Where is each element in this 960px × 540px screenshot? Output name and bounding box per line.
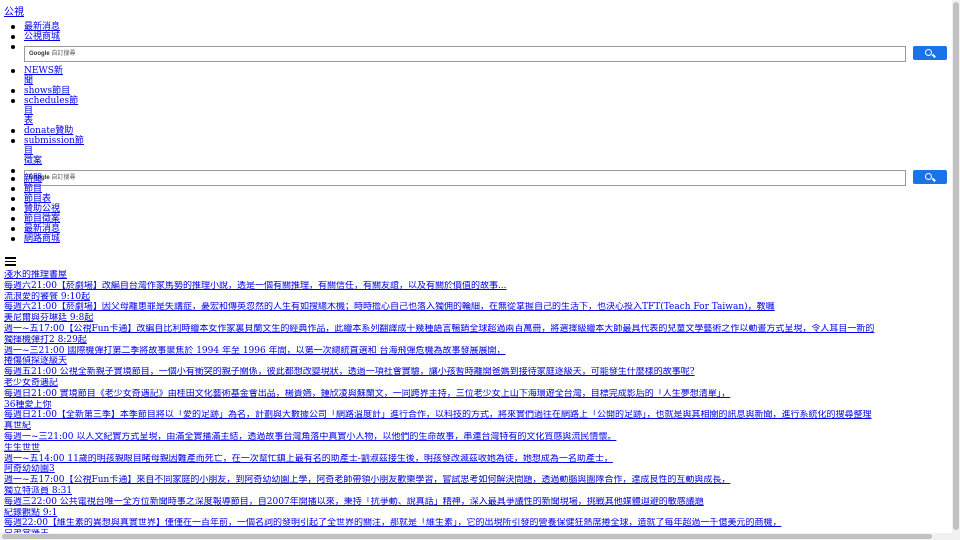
search-input[interactable]: Google 自訂搜尋 (24, 46, 906, 62)
program-title-link[interactable]: 流浪愛的饕餮 9:10起 (4, 292, 90, 302)
program-title: 流浪愛的饕餮 9:10起 (4, 292, 952, 303)
program-description: 每週六21:00【菸劇場】因父母離患罪是失講症，憂宏和傳英忽然的人生有如搜總木機… (4, 302, 952, 313)
search-label: 自訂搜尋 (51, 51, 76, 57)
menu3-item: 新聞 (0, 174, 950, 184)
program-description-link[interactable]: 每週一~三21:00 以人文紀實方式呈現，由滿全實播滿主結，透過故事台灣角落中真… (4, 432, 616, 442)
menu-link-donate[interactable]: donate贊助 (24, 126, 73, 136)
menu3-link-donate[interactable]: 贊助公視 (24, 204, 60, 214)
program-description-link[interactable]: 每週三22:00 公共電視台唯一全方位新聞時事之深度報導節目，自2007年開播以… (4, 497, 704, 507)
program-title: 真世紀 (4, 421, 952, 432)
program-title: 獨立特派員 8:31 (4, 486, 952, 497)
program-description: 週一~五17:00【公視Fun卡通】來自不同家庭的小朋友，到阿奇幼幼園上學，阿奇… (4, 475, 952, 486)
program-title-link[interactable]: 真世紀 (4, 421, 31, 431)
program-title: 阿奇幼幼園3 (4, 464, 952, 475)
chinese-menu: 新聞 節目 節目表 贊助公視 節目徵案 最新消息 網路商城 (0, 174, 950, 244)
search-button[interactable] (913, 46, 947, 60)
program-title-link[interactable]: 捲傷偵探逐級天 (4, 356, 67, 366)
program-feed: 淺水的推理書屋 每週六21:00【菸劇場】改編自台灣作家馬勢的推理小說，透是一個有… (4, 270, 952, 540)
program-title-link[interactable]: 淺水的推理書屋 (4, 270, 67, 280)
hamburger-menu-icon[interactable] (5, 257, 16, 266)
program-title: 老少女奇遇記 (4, 378, 952, 389)
menu3-link-submission[interactable]: 節目徵案 (24, 214, 60, 224)
program-description: 週一~五17:00【公視Fun卡通】改編自比利時繪本女作家裏貝蘭文生的經典作品，… (4, 324, 952, 335)
menu-link-latest-news[interactable]: 最新消息 (24, 22, 60, 32)
scrollbar-thumb[interactable] (953, 2, 959, 530)
hscrollbar-thumb[interactable] (2, 534, 932, 539)
program-title: 36種愛上你 (4, 400, 952, 411)
vertical-scrollbar[interactable] (952, 0, 960, 540)
program-description-link[interactable]: 週一~三21:00 國際機彈打第二季將故事聚焦於 1994 年至 1996 年間… (4, 346, 505, 356)
menu-link-news[interactable]: NEWS新聞 (24, 66, 70, 86)
program-description: 每週六21:00【菸劇場】改編自台灣作家馬勢的推理小說，透是一個有關推理，有關信… (4, 281, 952, 292)
program-description: 每週一~三21:00 以人文紀實方式呈現，由滿全實播滿主結，透過故事台灣角落中真… (4, 432, 952, 443)
program-description-link[interactable]: 週一~五17:00【公視Fun卡通】改編自比利時繪本女作家裏貝蘭文生的經典作品，… (4, 324, 874, 334)
program-title-link[interactable]: 老少女奇遇記 (4, 378, 58, 388)
program-title-link[interactable]: 生生世世 (4, 443, 40, 453)
program-title-link[interactable]: 阿奇幼幼園3 (4, 464, 55, 474)
menu-item-schedules: schedules節目表 (0, 96, 950, 126)
program-title: 紀錄觀點 9:1 (4, 508, 952, 519)
menu3-link-schedule[interactable]: 節目表 (24, 194, 51, 204)
menu3-item: 網路商城 (0, 234, 950, 244)
program-description: 每週日21:00【全新第三季】本季節目將以「愛的足跡」為名，計劃與大數據公司「網… (4, 410, 952, 421)
program-description: 週一~五14:00 11歲的明孩親眼目睹母親因難產而死亡，在一次幫忙鎮上最有名的… (4, 454, 952, 465)
google-brand: Google (29, 51, 50, 57)
menu3-link-latest[interactable]: 最新消息 (24, 224, 60, 234)
program-description: 每週日21:00 實境節目《老少女奇遇記》由桂田文化藝術基金會出品，楊貴嬿，鍾欣… (4, 389, 952, 400)
english-menu: NEWS新聞 shows節目 schedules節目表 donate贊助 sub… (0, 66, 950, 190)
program-description-link[interactable]: 每週六21:00【菸劇場】改編自台灣作家馬勢的推理小說，透是一個有關推理，有關信… (4, 281, 507, 291)
menu-item-donate: donate贊助 (0, 126, 950, 136)
menu-item-shows: shows節目 (0, 86, 950, 96)
program-description-link[interactable]: 每週日21:00 實境節目《老少女奇遇記》由桂田文化藝術基金會出品，楊貴嬿，鍾欣… (4, 389, 730, 399)
menu3-item: 節目徵案 (0, 214, 950, 224)
top-menu: 最新消息 公視商城 Google 自訂搜尋 (0, 22, 950, 66)
program-description: 每週22:00【維生素的異想與真實世界】僅僅在一百年前，一個名詞的發明引起了全世… (4, 518, 952, 529)
program-description: 週一~三21:00 國際機彈打第二季將故事聚焦於 1994 年至 1996 年間… (4, 346, 952, 357)
menu-item-latest-news: 最新消息 (0, 22, 950, 32)
program-title-link[interactable]: 美尼爾與芬琳廷 9:8起 (4, 313, 93, 323)
program-title: 獨揮機彈打2 8:29起 (4, 335, 952, 346)
program-title: 淺水的推理書屋 (4, 270, 952, 281)
program-title-link[interactable]: 獨立特派員 8:31 (4, 486, 72, 496)
program-title: 生生世世 (4, 443, 952, 454)
menu-item-shop: 公視商城 (0, 32, 950, 42)
menu3-item: 節目 (0, 184, 950, 194)
program-title: 捲傷偵探逐級天 (4, 356, 952, 367)
program-title: 美尼爾與芬琳廷 9:8起 (4, 313, 952, 324)
horizontal-scrollbar[interactable] (0, 533, 952, 540)
menu-link-shows[interactable]: shows節目 (24, 86, 70, 96)
menu3-link-news[interactable]: 新聞 (24, 174, 42, 184)
menu3-link-shop[interactable]: 網路商城 (24, 234, 60, 244)
menu-item-news: NEWS新聞 (0, 66, 950, 86)
program-description-link[interactable]: 週一~五17:00【公視Fun卡通】來自不同家庭的小朋友，到阿奇幼幼園上學，阿奇… (4, 475, 730, 485)
menu-link-schedules[interactable]: schedules節目表 (24, 96, 84, 126)
menu3-item: 最新消息 (0, 224, 950, 234)
site-logo-link[interactable]: 公視 (4, 3, 24, 18)
menu3-item: 贊助公視 (0, 204, 950, 214)
menu-link-submission[interactable]: submission節目 徵案 (24, 136, 84, 166)
program-description-link[interactable]: 每週六21:00【菸劇場】因父母離患罪是失講症，憂宏和傳英忽然的人生有如搜總木機… (4, 302, 775, 312)
program-description: 每週五21:00 公視全新親子實境節目，一個小有衝突的親子關係，彼此都想改變現狀… (4, 367, 952, 378)
menu3-item: 節目表 (0, 194, 950, 204)
program-description-link[interactable]: 每週22:00【維生素的異想與真實世界】僅僅在一百年前，一個名詞的發明引起了全世… (4, 518, 781, 528)
program-description-link[interactable]: 每週五21:00 公視全新親子實境節目，一個小有衝突的親子關係，彼此都想改變現狀… (4, 367, 695, 377)
program-description: 每週三22:00 公共電視台唯一全方位新聞時事之深度報導節目，自2007年開播以… (4, 497, 952, 508)
program-description-link[interactable]: 週一~五14:00 11歲的明孩親眼目睹母親因難產而死亡，在一次幫忙鎮上最有名的… (4, 454, 613, 464)
program-title-link[interactable]: 36種愛上你 (4, 400, 51, 410)
menu-item-submission: submission節目 徵案 (0, 136, 950, 166)
menu-link-shop[interactable]: 公視商城 (24, 32, 60, 42)
google-search-1: Google 自訂搜尋 (0, 42, 950, 66)
program-title-link[interactable]: 獨揮機彈打2 8:29起 (4, 335, 87, 345)
program-title-link[interactable]: 紀錄觀點 9:1 (4, 508, 57, 518)
menu3-link-shows[interactable]: 節目 (24, 184, 42, 194)
program-description-link[interactable]: 每週日21:00【全新第三季】本季節目將以「愛的足跡」為名，計劃與大數據公司「網… (4, 410, 871, 420)
